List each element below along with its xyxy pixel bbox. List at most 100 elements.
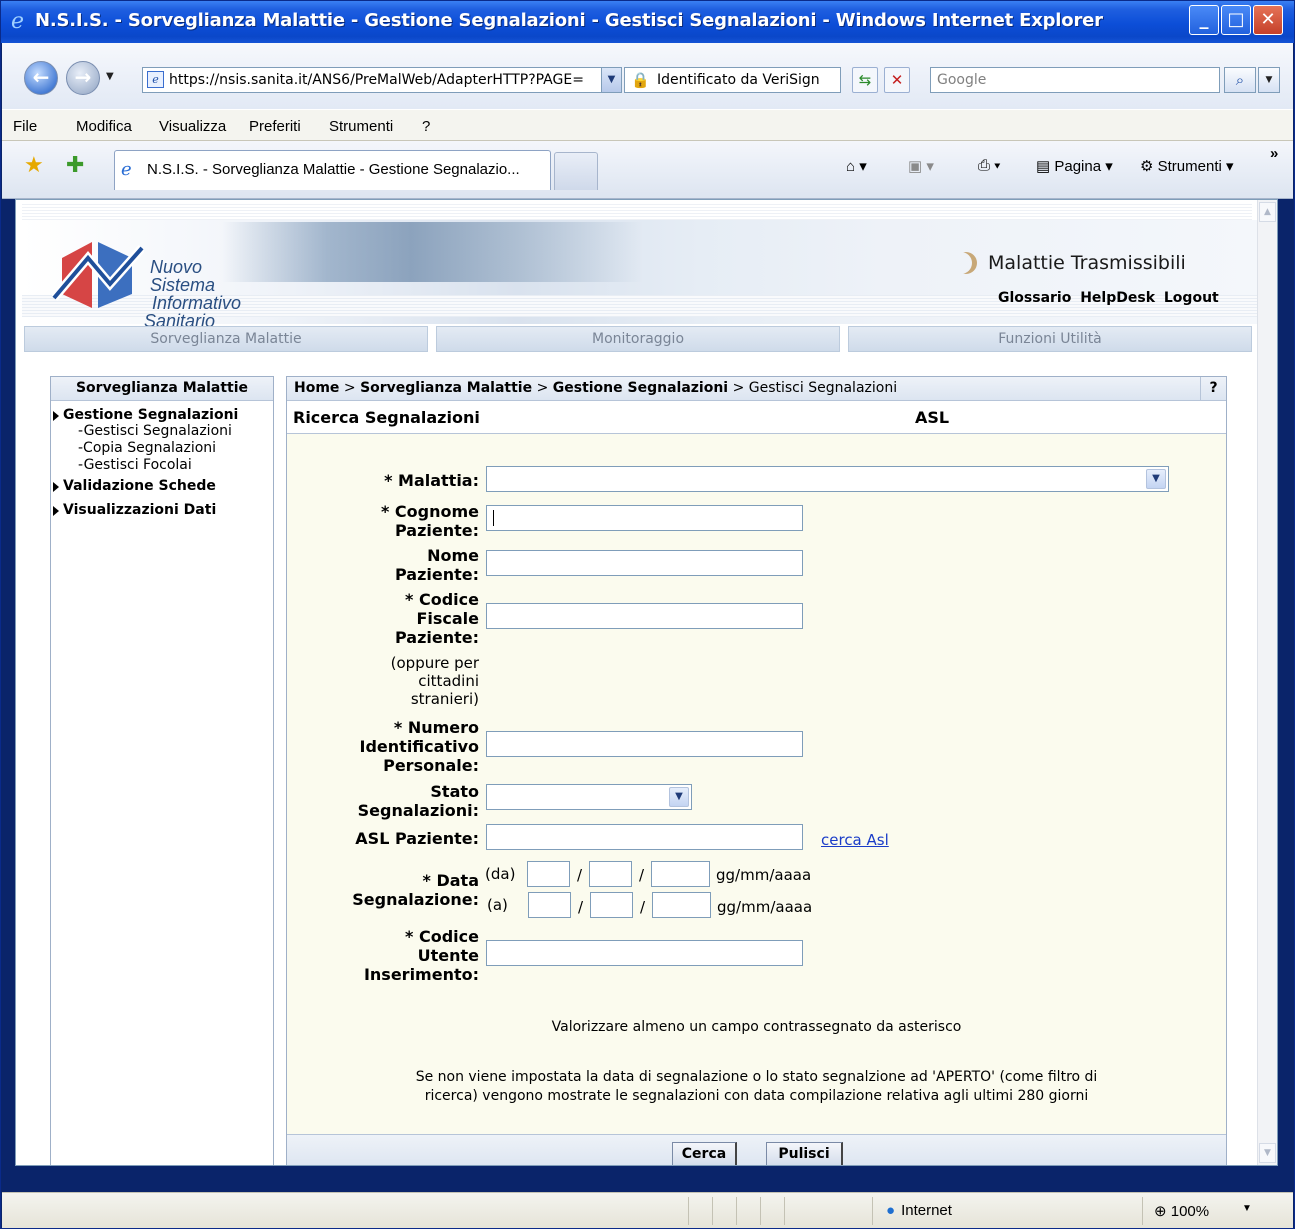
top-decoration <box>22 202 1252 220</box>
add-favorites-icon[interactable]: ✚ <box>66 153 84 178</box>
sidebar-item-gestione-segnalazioni[interactable]: Gestione Segnalazioni <box>51 407 273 423</box>
tools-menu[interactable]: ⚙ Strumenti ▾ <box>1140 157 1234 175</box>
tab-current[interactable]: e N.S.I.S. - Sorveglianza Malattie - Ges… <box>114 150 551 190</box>
section-header: Ricerca Segnalazioni ASL <box>287 401 1226 434</box>
sidebar-item-validazione-schede[interactable]: Validazione Schede <box>51 478 273 494</box>
address-dropdown-icon[interactable]: ▼ <box>601 68 621 92</box>
new-tab-button[interactable] <box>554 152 598 190</box>
stranieri-note-line3: stranieri) <box>410 690 479 708</box>
minimize-button[interactable]: _ <box>1189 5 1219 35</box>
cognome-input[interactable] <box>486 505 803 531</box>
stop-button[interactable]: ✕ <box>884 67 910 93</box>
codice-utente-input[interactable] <box>486 940 803 966</box>
data-from-day-input[interactable] <box>527 861 570 887</box>
malattia-label: * Malattia: <box>384 471 479 490</box>
cerca-asl-link[interactable]: cerca Asl <box>821 831 889 849</box>
feeds-icon[interactable]: ▣ ▾ <box>908 157 934 175</box>
data-to-month-input[interactable] <box>590 892 633 918</box>
menu-preferiti[interactable]: Preferiti <box>249 118 301 135</box>
breadcrumb-separator: > <box>732 380 745 396</box>
data-to-day-input[interactable] <box>528 892 571 918</box>
breadcrumb-level2[interactable]: Gestione Segnalazioni <box>553 380 728 396</box>
logo-line-3: Informativo <box>152 293 242 313</box>
date-separator: / <box>640 898 646 916</box>
logo-text: Nuovo Sistema Informativo Sanitario <box>144 258 242 330</box>
codice-fiscale-label-line3: Paziente: <box>394 628 479 647</box>
nav-monitoraggio[interactable]: Monitoraggio <box>436 326 840 352</box>
search-icon[interactable]: ⌕ <box>1224 67 1256 93</box>
breadcrumb: Home > Sorveglianza Malattie > Gestione … <box>287 377 1226 401</box>
codice-utente-label-line2: Utente <box>417 946 479 965</box>
menu-visualizza[interactable]: Visualizza <box>159 118 226 135</box>
title-bar: e N.S.I.S. - Sorveglianza Malattie - Ges… <box>1 1 1294 43</box>
numero-id-input[interactable] <box>486 731 803 757</box>
data-from-format: gg/mm/aaaa <box>716 866 812 884</box>
zoom-level[interactable]: ⊕ 100% <box>1154 1202 1209 1220</box>
data-segnalazione-label: * Data Segnalazione: <box>307 871 479 909</box>
data-segnalazione-label-line2: Segnalazione: <box>352 890 479 909</box>
scroll-down-icon[interactable]: ▼ <box>1259 1143 1276 1163</box>
favorites-star-icon[interactable]: ★ <box>24 153 44 178</box>
forward-button[interactable]: → <box>66 61 100 95</box>
zoom-dropdown-icon[interactable]: ▼ <box>1242 1203 1252 1214</box>
sidebar-title: Sorveglianza Malattie <box>51 377 273 401</box>
zone-text: Internet <box>901 1202 952 1219</box>
breadcrumb-home[interactable]: Home <box>294 380 339 396</box>
data-from-year-input[interactable] <box>651 861 710 887</box>
print-icon[interactable]: ⎙ ▾ <box>978 157 1000 174</box>
sidebar-item-visualizzazioni-dati[interactable]: Visualizzazioni Dati <box>51 502 273 518</box>
security-zone: ● Internet <box>886 1202 952 1219</box>
globe-icon: ● <box>886 1202 896 1219</box>
nav-sorveglianza-malattie[interactable]: Sorveglianza Malattie <box>24 326 428 352</box>
data-to-year-input[interactable] <box>652 892 711 918</box>
close-button[interactable]: ✕ <box>1253 5 1283 35</box>
nome-input[interactable] <box>486 550 803 576</box>
sidebar-subitem-gestisci-segnalazioni[interactable]: -Gestisci Segnalazioni <box>51 423 273 440</box>
chevron-more-icon[interactable]: » <box>1270 145 1278 162</box>
vertical-scrollbar[interactable]: ▲ ▼ <box>1257 200 1277 1165</box>
menu-file[interactable]: File <box>13 118 37 135</box>
stato-select[interactable]: ▼ <box>486 784 692 810</box>
cerca-button[interactable]: Cerca <box>672 1142 737 1165</box>
status-divider <box>736 1197 737 1225</box>
history-dropdown-icon[interactable]: ▼ <box>106 71 114 82</box>
page-icon: e <box>147 71 164 88</box>
refresh-button[interactable]: ⇆ <box>852 67 878 93</box>
form-title: Ricerca Segnalazioni <box>293 408 480 427</box>
maximize-button[interactable]: □ <box>1221 5 1251 35</box>
codice-fiscale-input[interactable] <box>486 603 803 629</box>
tools-menu-label: Strumenti <box>1157 158 1222 175</box>
malattia-select[interactable]: ▼ <box>486 466 1169 492</box>
helpdesk-link[interactable]: HelpDesk <box>1080 290 1155 306</box>
sidebar-subitem-copia-segnalazioni[interactable]: -Copia Segnalazioni <box>51 440 273 457</box>
codice-utente-label: * Codice Utente Inserimento: <box>307 927 479 984</box>
sidebar-subitem-gestisci-focolai[interactable]: -Gestisci Focolai <box>51 457 273 474</box>
logout-link[interactable]: Logout <box>1164 290 1219 306</box>
back-button[interactable]: ← <box>24 61 58 95</box>
page-menu-label: Pagina <box>1054 158 1102 175</box>
scroll-up-icon[interactable]: ▲ <box>1259 202 1276 222</box>
menu-strumenti[interactable]: Strumenti <box>329 118 393 135</box>
required-info: Valorizzare almeno un campo contrassegna… <box>551 1019 962 1035</box>
tab-bar: ★ ✚ e N.S.I.S. - Sorveglianza Malattie -… <box>2 141 1293 199</box>
menu-help[interactable]: ? <box>422 118 430 135</box>
breadcrumb-level1[interactable]: Sorveglianza Malattie <box>360 380 532 396</box>
glossario-link[interactable]: Glossario <box>998 290 1071 306</box>
search-options-dropdown-icon[interactable]: ▼ <box>1258 67 1280 93</box>
home-icon[interactable]: ⌂ ▾ <box>846 157 867 175</box>
menu-modifica[interactable]: Modifica <box>76 118 132 135</box>
search-input[interactable]: Google <box>930 67 1220 93</box>
nav-funzioni-utilita[interactable]: Funzioni Utilità <box>848 326 1252 352</box>
address-bar[interactable]: e https://nsis.sanita.it/ANS6/PreMalWeb/… <box>142 67 622 93</box>
nsis-logo-icon <box>52 242 144 308</box>
security-report[interactable]: 🔒 Identificato da VeriSign <box>624 67 841 93</box>
data-from-month-input[interactable] <box>589 861 632 887</box>
pulisci-button[interactable]: Pulisci <box>766 1142 843 1165</box>
status-divider <box>760 1197 761 1225</box>
asl-paziente-input[interactable] <box>486 824 803 850</box>
page-menu[interactable]: ▤ Pagina ▾ <box>1036 157 1113 175</box>
search-panel: Home > Sorveglianza Malattie > Gestione … <box>286 376 1227 1165</box>
help-button[interactable]: ? <box>1200 377 1226 401</box>
asl-header: ASL <box>915 408 950 427</box>
date-separator: / <box>578 898 584 916</box>
